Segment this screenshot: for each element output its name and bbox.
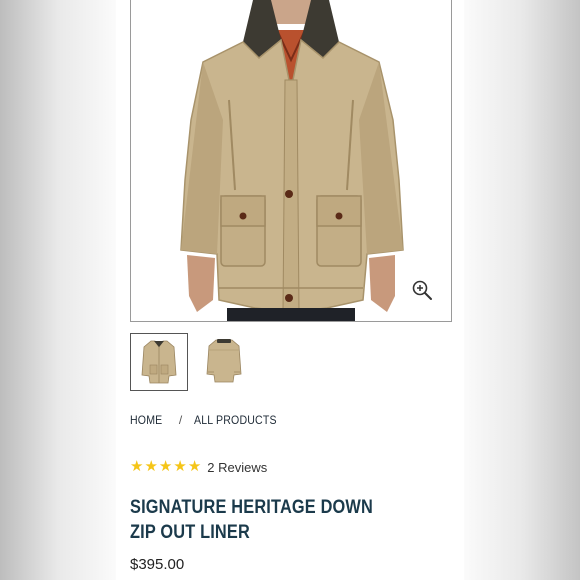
jacket-photo	[131, 0, 451, 321]
star-icon: ★	[158, 458, 173, 475]
product-price: $395.00	[130, 556, 185, 573]
product-rating[interactable]: ★ ★ ★ ★ ★ 2 Reviews	[130, 458, 267, 476]
product-main-image[interactable]	[130, 0, 452, 322]
star-icon: ★	[187, 458, 202, 475]
star-icon: ★	[173, 458, 187, 475]
breadcrumb: HOME / ALL PRODUCTS	[130, 413, 288, 427]
product-page: HOME / ALL PRODUCTS ★ ★ ★ ★ ★ 2 Reviews …	[116, 0, 464, 580]
zoom-in-icon[interactable]	[411, 279, 433, 301]
star-icon: ★	[130, 458, 144, 475]
thumbnail-back[interactable]	[196, 333, 252, 389]
product-title: SIGNATURE HERITAGE DOWN ZIP OUT LINER	[130, 497, 374, 543]
jacket-back-thumb	[206, 339, 242, 383]
jacket-front-thumb	[141, 340, 177, 384]
breadcrumb-all-products[interactable]: ALL PRODUCTS	[194, 413, 277, 427]
star-icon: ★	[144, 458, 158, 475]
star-rating: ★ ★ ★ ★ ★	[130, 458, 201, 476]
breadcrumb-separator: /	[178, 413, 183, 427]
reviews-link[interactable]: 2 Reviews	[207, 460, 267, 475]
breadcrumb-home[interactable]: HOME	[130, 413, 162, 427]
thumbnail-front[interactable]	[130, 333, 188, 391]
